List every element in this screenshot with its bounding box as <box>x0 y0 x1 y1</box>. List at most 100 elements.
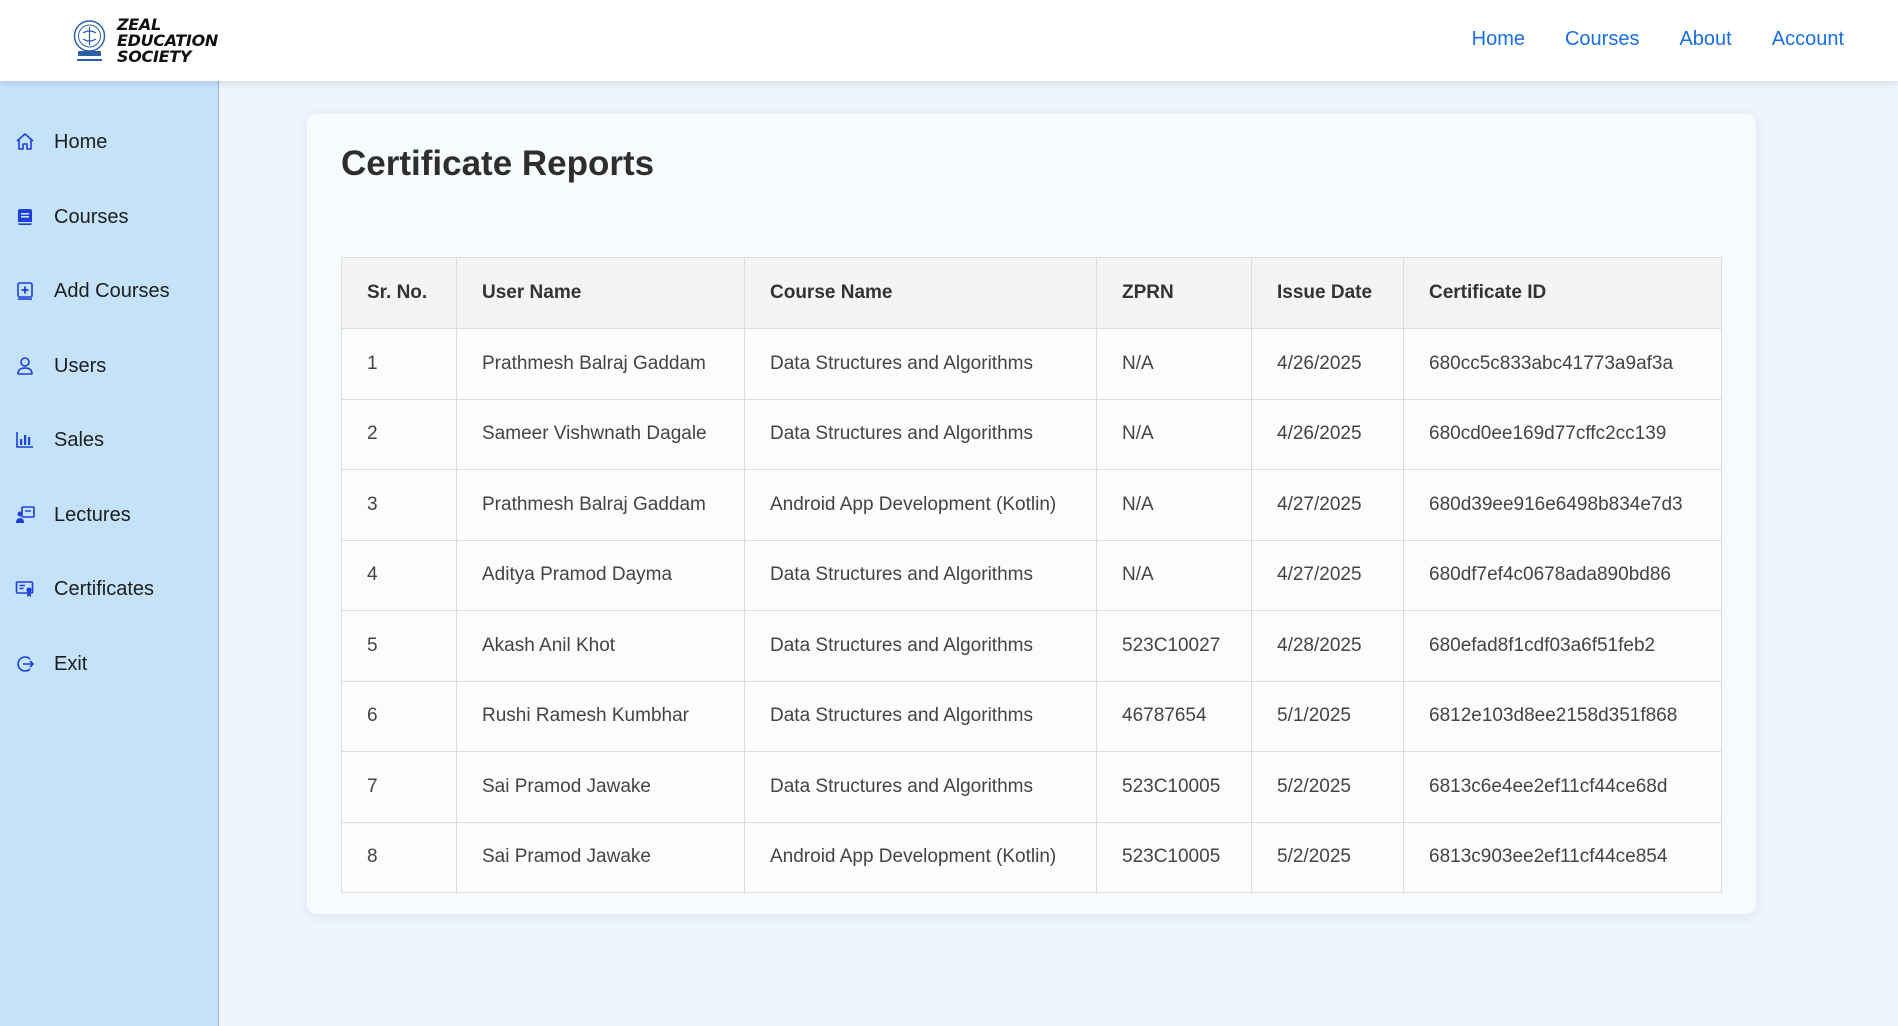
cell-user-name: Aditya Pramod Dayma <box>456 539 745 611</box>
sidebar-item-certificates[interactable]: Certificates <box>0 564 218 614</box>
sidebar-item-label: Sales <box>54 428 105 451</box>
cell-user-name: Rushi Ramesh Kumbhar <box>456 680 745 752</box>
cell-course-name: Data Structures and Algorithms <box>744 398 1097 470</box>
topnav-home-link[interactable]: Home <box>1472 28 1525 51</box>
home-icon <box>16 133 34 150</box>
cell-zprn: N/A <box>1096 469 1252 541</box>
lecture-icon <box>16 506 35 523</box>
table-row: 1 Prathmesh Balraj Gaddam Data Structure… <box>341 328 1722 400</box>
column-header-zprn: ZPRN <box>1096 257 1252 329</box>
table-header-row: Sr. No. User Name Course Name ZPRN Issue… <box>341 257 1722 329</box>
cell-certificate-id: 6813c6e4ee2ef11cf44ce68d <box>1403 751 1722 823</box>
certificate-table: Sr. No. User Name Course Name ZPRN Issue… <box>341 257 1722 893</box>
topnav-account-link[interactable]: Account <box>1772 28 1844 51</box>
sidebar-item-exit[interactable]: Exit <box>0 639 218 689</box>
cell-zprn: 46787654 <box>1096 680 1252 752</box>
sidebar: Home Courses Add Courses Users Sales Lec… <box>0 81 219 1026</box>
cell-zprn: 523C10027 <box>1096 610 1252 682</box>
cell-certificate-id: 680cc5c833abc41773a9af3a <box>1403 328 1722 400</box>
cell-sr-no: 5 <box>341 610 457 682</box>
sidebar-item-users[interactable]: Users <box>0 341 218 391</box>
cell-user-name: Sai Pramod Jawake <box>456 751 745 823</box>
cell-user-name: Prathmesh Balraj Gaddam <box>456 328 745 400</box>
main-content: Certificate Reports Sr. No. User Name Co… <box>219 81 1898 1026</box>
cell-certificate-id: 680cd0ee169d77cffc2cc139 <box>1403 398 1722 470</box>
table-row: 3 Prathmesh Balraj Gaddam Android App De… <box>341 469 1722 541</box>
table-row: 5 Akash Anil Khot Data Structures and Al… <box>341 610 1722 682</box>
cell-certificate-id: 6813c903ee2ef11cf44ce854 <box>1403 821 1722 893</box>
cell-user-name: Sameer Vishwnath Dagale <box>456 398 745 470</box>
cell-sr-no: 1 <box>341 328 457 400</box>
cell-zprn: N/A <box>1096 539 1252 611</box>
sidebar-item-label: Lectures <box>54 503 131 526</box>
table-body: 1 Prathmesh Balraj Gaddam Data Structure… <box>341 328 1722 893</box>
topnav-about-link[interactable]: About <box>1679 28 1731 51</box>
sidebar-item-add-courses[interactable]: Add Courses <box>0 266 218 316</box>
add-box-icon <box>17 282 33 300</box>
sidebar-item-label: Users <box>54 354 107 377</box>
cell-course-name: Data Structures and Algorithms <box>744 751 1097 823</box>
table-row: 8 Sai Pramod Jawake Android App Developm… <box>341 821 1722 893</box>
certificate-reports-card: Certificate Reports Sr. No. User Name Co… <box>307 114 1756 914</box>
cell-user-name: Prathmesh Balraj Gaddam <box>456 469 745 541</box>
cell-certificate-id: 680d39ee916e6498b834e7d3 <box>1403 469 1722 541</box>
cell-issue-date: 5/2/2025 <box>1251 821 1404 893</box>
cell-issue-date: 4/26/2025 <box>1251 328 1404 400</box>
cell-certificate-id: 680df7ef4c0678ada890bd86 <box>1403 539 1722 611</box>
cell-zprn: N/A <box>1096 398 1252 470</box>
cell-issue-date: 4/27/2025 <box>1251 539 1404 611</box>
cell-course-name: Data Structures and Algorithms <box>744 328 1097 400</box>
cell-sr-no: 4 <box>341 539 457 611</box>
user-icon <box>17 357 33 375</box>
cell-zprn: 523C10005 <box>1096 751 1252 823</box>
table-row: 4 Aditya Pramod Dayma Data Structures an… <box>341 539 1722 611</box>
exit-icon <box>17 656 35 672</box>
column-header-certificate-id: Certificate ID <box>1403 257 1722 329</box>
topnav-courses-link[interactable]: Courses <box>1565 28 1639 51</box>
sidebar-item-home[interactable]: Home <box>0 117 218 167</box>
cell-user-name: Akash Anil Khot <box>456 610 745 682</box>
sidebar-item-sales[interactable]: Sales <box>0 415 218 465</box>
cell-sr-no: 2 <box>341 398 457 470</box>
sidebar-item-label: Home <box>54 130 108 153</box>
top-nav-links: Home Courses About Account <box>1472 28 1844 51</box>
cell-issue-date: 4/27/2025 <box>1251 469 1404 541</box>
column-header-course-name: Course Name <box>744 257 1097 329</box>
cell-course-name: Data Structures and Algorithms <box>744 610 1097 682</box>
table-row: 7 Sai Pramod Jawake Data Structures and … <box>341 751 1722 823</box>
cell-sr-no: 6 <box>341 680 457 752</box>
cell-course-name: Android App Development (Kotlin) <box>744 821 1097 893</box>
column-header-user-name: User Name <box>456 257 745 329</box>
page-title: Certificate Reports <box>341 144 655 183</box>
column-header-issue-date: Issue Date <box>1251 257 1404 329</box>
top-navbar: ZEAL EDUCATION SOCIETY Home Courses Abou… <box>0 0 1898 81</box>
cell-issue-date: 4/26/2025 <box>1251 398 1404 470</box>
table-row: 6 Rushi Ramesh Kumbhar Data Structures a… <box>341 680 1722 752</box>
sidebar-item-label: Add Courses <box>54 279 170 302</box>
bar-chart-icon <box>16 432 33 448</box>
cell-certificate-id: 680efad8f1cdf03a6f51feb2 <box>1403 610 1722 682</box>
sidebar-item-label: Certificates <box>54 577 155 600</box>
cell-course-name: Data Structures and Algorithms <box>744 539 1097 611</box>
table-row: 2 Sameer Vishwnath Dagale Data Structure… <box>341 398 1722 470</box>
column-header-sr-no: Sr. No. <box>341 257 457 329</box>
sidebar-item-lectures[interactable]: Lectures <box>0 490 218 540</box>
cell-issue-date: 4/28/2025 <box>1251 610 1404 682</box>
brand-logo[interactable]: ZEAL EDUCATION SOCIETY <box>72 16 218 66</box>
cell-sr-no: 7 <box>341 751 457 823</box>
cell-course-name: Data Structures and Algorithms <box>744 680 1097 752</box>
cell-sr-no: 3 <box>341 469 457 541</box>
cell-sr-no: 8 <box>341 821 457 893</box>
sidebar-item-label: Courses <box>54 205 129 228</box>
certificate-icon <box>15 581 34 597</box>
zeal-seal-icon <box>73 20 106 61</box>
book-icon <box>18 209 32 225</box>
sidebar-item-courses[interactable]: Courses <box>0 192 218 242</box>
sidebar-item-label: Exit <box>54 652 88 675</box>
cell-zprn: N/A <box>1096 328 1252 400</box>
cell-issue-date: 5/2/2025 <box>1251 751 1404 823</box>
cell-zprn: 523C10005 <box>1096 821 1252 893</box>
cell-issue-date: 5/1/2025 <box>1251 680 1404 752</box>
cell-user-name: Sai Pramod Jawake <box>456 821 745 893</box>
cell-course-name: Android App Development (Kotlin) <box>744 469 1097 541</box>
